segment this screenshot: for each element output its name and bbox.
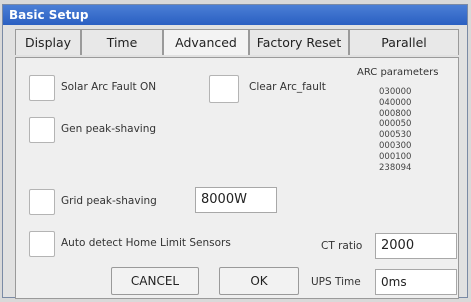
arc-parameter-value: 000530: [379, 130, 412, 141]
grid-peak-shaving-checkbox[interactable]: [29, 189, 55, 215]
auto-detect-home-limit-sensors-checkbox[interactable]: [29, 231, 55, 257]
tab-time[interactable]: Time: [81, 29, 163, 55]
gen-peak-shaving-checkbox[interactable]: [29, 117, 55, 143]
arc-parameters-list: 030000 040000 000800 000050 000530 00030…: [379, 87, 439, 173]
gen-peak-shaving-label: Gen peak-shaving: [61, 123, 157, 135]
tab-advanced[interactable]: Advanced: [163, 29, 249, 55]
ct-ratio-input[interactable]: 2000: [375, 233, 457, 259]
arc-parameter-value: 000300: [379, 140, 412, 151]
arc-parameter-value: 030000: [379, 87, 412, 97]
arc-parameter-value: 040000: [379, 97, 412, 108]
ct-ratio-label: CT ratio: [321, 240, 363, 252]
arc-parameter-value: 000100: [379, 151, 412, 162]
tab-parallel[interactable]: Parallel: [349, 29, 459, 55]
clear-arc-fault-checkbox[interactable]: [209, 75, 239, 103]
arc-parameters-title: ARC parameters: [357, 67, 439, 78]
basic-setup-window: Basic Setup Display Time Advanced Factor…: [2, 4, 468, 299]
arc-parameter-value: 238094: [379, 162, 412, 173]
auto-detect-home-limit-sensors-label: Auto detect Home Limit Sensors: [61, 237, 231, 249]
cancel-button[interactable]: CANCEL: [111, 267, 199, 295]
ups-time-input[interactable]: 0ms: [375, 269, 457, 295]
arc-parameter-value: 000800: [379, 108, 412, 119]
solar-arc-fault-label: Solar Arc Fault ON: [61, 81, 157, 93]
tab-bar: Display Time Advanced Factory Reset Para…: [15, 29, 459, 57]
solar-arc-fault-checkbox[interactable]: [29, 75, 55, 101]
arc-parameter-value: 000050: [379, 119, 412, 130]
window-title: Basic Setup: [3, 5, 467, 25]
grid-peak-shaving-label: Grid peak-shaving: [61, 195, 157, 207]
ups-time-label: UPS Time: [311, 276, 361, 288]
tab-factory-reset[interactable]: Factory Reset: [249, 29, 349, 55]
ok-button[interactable]: OK: [219, 267, 299, 295]
grid-peak-shaving-power-input[interactable]: 8000W: [195, 187, 277, 213]
clear-arc-fault-label: Clear Arc_fault: [249, 81, 326, 93]
tab-display[interactable]: Display: [15, 29, 81, 55]
